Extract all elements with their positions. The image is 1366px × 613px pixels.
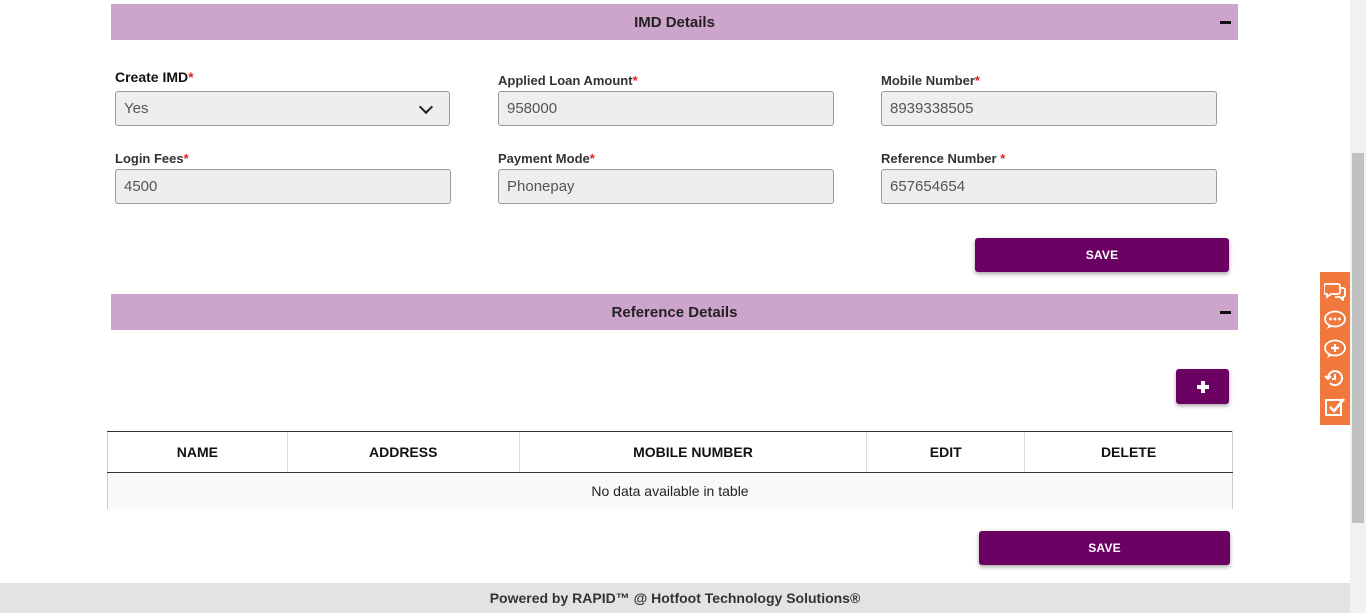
table-header-row: NAME ADDRESS MOBILE NUMBER EDIT DELETE [107, 431, 1233, 473]
column-header-name[interactable]: NAME [107, 431, 288, 473]
applied-loan-amount-value: 958000 [507, 100, 558, 117]
empty-table-message: No data available in table [107, 472, 1233, 509]
collapse-icon[interactable] [1220, 311, 1231, 314]
payment-mode-field[interactable]: Phonepay [498, 169, 834, 204]
side-toolbar [1320, 272, 1350, 425]
column-header-edit[interactable]: EDIT [866, 431, 1025, 473]
create-imd-label: Create IMD* [115, 69, 194, 85]
applied-loan-amount-field[interactable]: 958000 [498, 91, 834, 126]
column-header-mobile-number[interactable]: MOBILE NUMBER [518, 431, 867, 473]
chevron-down-icon [418, 99, 434, 115]
footer: Powered by RAPID™ @ Hotfoot Technology S… [0, 583, 1350, 613]
reference-number-field[interactable]: 657654654 [881, 169, 1217, 204]
mobile-number-value: 8939338505 [890, 100, 974, 117]
reference-save-button[interactable]: SAVE [979, 531, 1230, 565]
plus-icon [1196, 380, 1209, 393]
footer-text: Powered by RAPID™ @ Hotfoot Technology S… [489, 590, 861, 606]
login-fees-value: 4500 [124, 178, 158, 195]
applied-loan-amount-label: Applied Loan Amount* [498, 73, 638, 88]
chat-bubbles-icon[interactable] [1324, 280, 1346, 302]
imd-details-title: IMD Details [634, 13, 715, 31]
reference-table: NAME ADDRESS MOBILE NUMBER EDIT DELETE N… [107, 431, 1233, 509]
checklist-icon[interactable] [1324, 396, 1346, 418]
comment-icon[interactable] [1324, 309, 1346, 331]
reference-save-label: SAVE [1088, 541, 1121, 555]
reference-details-header[interactable]: Reference Details [111, 294, 1238, 330]
column-header-delete[interactable]: DELETE [1024, 431, 1233, 473]
add-comment-icon[interactable] [1324, 338, 1346, 360]
table-row: No data available in table [107, 472, 1233, 509]
login-fees-field[interactable]: 4500 [115, 169, 451, 204]
imd-details-header[interactable]: IMD Details [111, 4, 1238, 40]
mobile-number-label: Mobile Number* [881, 73, 980, 88]
login-fees-label: Login Fees* [115, 151, 189, 166]
create-imd-value: Yes [124, 100, 149, 117]
mobile-number-field[interactable]: 8939338505 [881, 91, 1217, 126]
scrollbar-thumb[interactable] [1352, 153, 1364, 523]
payment-mode-label: Payment Mode* [498, 151, 595, 166]
history-icon[interactable] [1324, 367, 1346, 389]
imd-save-button[interactable]: SAVE [975, 238, 1229, 272]
payment-mode-value: Phonepay [507, 178, 575, 195]
collapse-icon[interactable] [1220, 21, 1231, 24]
imd-save-label: SAVE [1085, 248, 1119, 262]
add-reference-button[interactable] [1176, 369, 1229, 404]
create-imd-select[interactable]: Yes [115, 91, 450, 126]
reference-number-label: Reference Number * [881, 151, 1006, 166]
column-header-address[interactable]: ADDRESS [286, 431, 520, 473]
reference-details-title: Reference Details [611, 303, 738, 321]
reference-number-value: 657654654 [890, 178, 966, 195]
